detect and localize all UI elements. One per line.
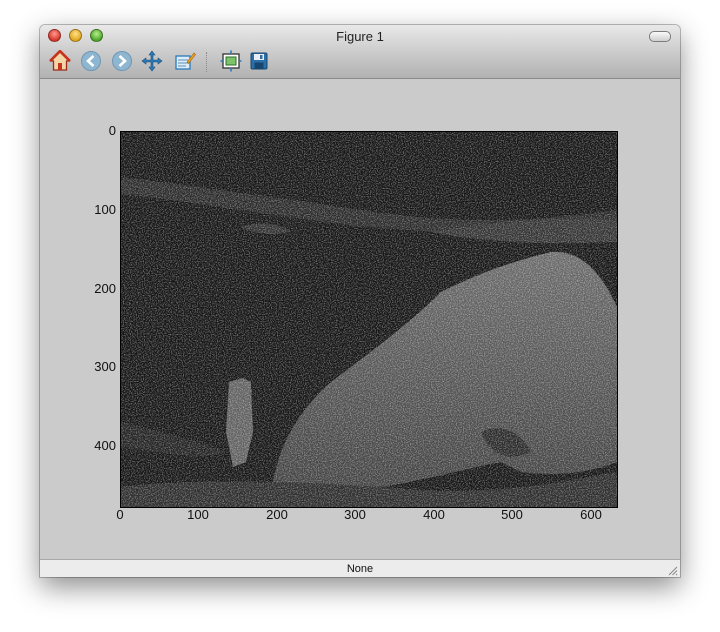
back-icon xyxy=(81,51,101,71)
save-button[interactable] xyxy=(247,49,271,73)
subplots-icon xyxy=(220,50,242,72)
forward-icon xyxy=(112,51,132,71)
x-tick-label: 0 xyxy=(116,507,124,522)
x-tick-label: 600 xyxy=(580,507,602,522)
figure-window: Figure 1 0 100 200 300 400 0 100 200 300… xyxy=(40,25,680,577)
x-tick-label: 400 xyxy=(423,507,445,522)
toolbar-toggle-button[interactable] xyxy=(649,31,671,42)
y-tick-label: 300 xyxy=(94,359,116,374)
pan-button[interactable] xyxy=(140,49,164,73)
image-plot xyxy=(121,132,617,507)
forward-button[interactable] xyxy=(110,49,134,73)
subplots-button[interactable] xyxy=(219,49,243,73)
x-tick-label: 500 xyxy=(501,507,523,522)
toolbar-separator xyxy=(206,52,208,72)
home-button[interactable] xyxy=(48,49,72,73)
home-icon xyxy=(49,50,71,71)
status-bar: None xyxy=(40,559,680,577)
status-text: None xyxy=(346,563,374,575)
resize-grip-icon[interactable] xyxy=(667,565,678,576)
x-tick-label: 300 xyxy=(344,507,366,522)
x-tick-label: 100 xyxy=(187,507,209,522)
image-axes[interactable] xyxy=(120,131,618,508)
save-icon xyxy=(250,52,268,70)
y-tick-label: 0 xyxy=(108,123,116,138)
title-bar[interactable]: Figure 1 xyxy=(40,25,680,79)
window-title: Figure 1 xyxy=(336,29,384,44)
zoom-button[interactable] xyxy=(173,49,197,73)
x-tick-label: 200 xyxy=(266,507,288,522)
zoom-rect-icon xyxy=(175,52,196,70)
y-tick-label: 400 xyxy=(94,438,116,453)
figure-canvas[interactable]: 0 100 200 300 400 0 100 200 300 400 500 … xyxy=(40,79,680,559)
pan-icon xyxy=(141,50,163,72)
back-button[interactable] xyxy=(79,49,103,73)
y-tick-label: 200 xyxy=(94,281,116,296)
y-tick-label: 100 xyxy=(94,202,116,217)
